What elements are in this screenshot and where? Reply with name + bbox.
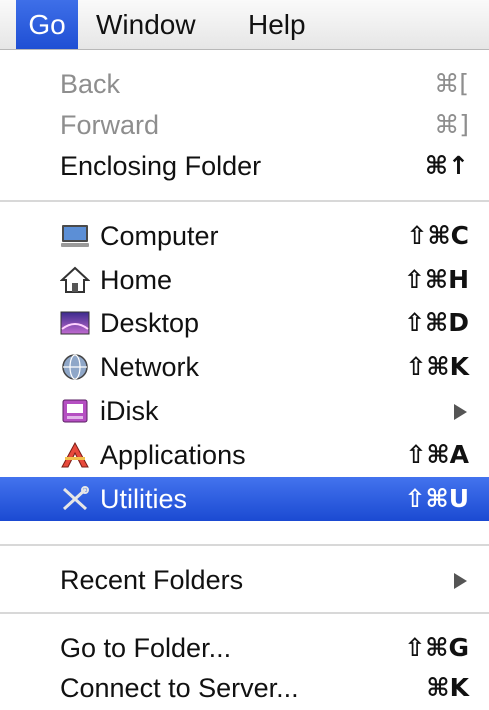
shortcut-label: ⇧⌘U (404, 484, 469, 513)
menu-item-label: Back (60, 69, 121, 99)
shortcut-label: ⇧⌘D (404, 308, 469, 337)
menu-item-forward[interactable]: Forward ⌘] (0, 103, 489, 147)
menu-item-label: Forward (60, 110, 160, 140)
menu-item-network[interactable]: Network ⇧⌘K (0, 345, 489, 389)
menu-separator (0, 200, 489, 202)
menu-item-computer[interactable]: Computer ⇧⌘C (0, 214, 489, 258)
computer-icon (61, 225, 89, 247)
menu-help[interactable]: Help (248, 0, 306, 49)
menu-item-label: Applications (100, 440, 246, 470)
shortcut-label: ⌘↑ (424, 151, 469, 180)
menu-item-connect-to-server[interactable]: Connect to Server... ⌘K (0, 666, 489, 710)
submenu-arrow-icon (454, 404, 467, 420)
idisk-icon (62, 399, 88, 423)
menu-window[interactable]: Window (96, 0, 196, 49)
go-menu-dropdown: Back ⌘[ Forward ⌘] Enclosing Folder ⌘↑ C… (0, 50, 489, 703)
menu-item-enclosing-folder[interactable]: Enclosing Folder ⌘↑ (0, 144, 489, 188)
menu-item-recent-folders[interactable]: Recent Folders (0, 558, 489, 602)
menu-item-go-to-folder[interactable]: Go to Folder... ⇧⌘G (0, 626, 489, 670)
menu-item-label: Home (100, 265, 173, 295)
submenu-arrow-icon (454, 573, 467, 589)
menu-separator (0, 612, 489, 614)
shortcut-label: ⇧⌘K (405, 352, 469, 381)
menu-bar: Go Window Help (0, 0, 489, 50)
home-icon (60, 266, 90, 293)
shortcut-label: ⌘[ (434, 69, 469, 98)
shortcut-label: ⇧⌘C (406, 221, 470, 250)
shortcut-label: ⇧⌘A (405, 440, 470, 469)
menu-item-back[interactable]: Back ⌘[ (0, 62, 489, 106)
shortcut-label: ⌘] (434, 110, 469, 139)
network-icon (62, 354, 88, 380)
menu-item-label: Enclosing Folder (60, 151, 262, 181)
menu-item-label: Connect to Server... (60, 673, 299, 703)
menu-item-label: iDisk (100, 396, 159, 426)
menu-item-label: Recent Folders (60, 565, 244, 595)
menu-item-applications[interactable]: Applications ⇧⌘A (0, 433, 489, 477)
applications-icon (61, 441, 89, 468)
menu-item-utilities[interactable]: Utilities ⇧⌘U (0, 477, 489, 521)
menu-item-label: Computer (100, 221, 219, 251)
menu-item-label: Go to Folder... (60, 633, 232, 663)
utilities-icon (62, 486, 89, 511)
menu-item-label: Utilities (100, 484, 188, 514)
menu-item-label: Network (100, 352, 200, 382)
menu-item-home[interactable]: Home ⇧⌘H (0, 258, 489, 302)
shortcut-label: ⇧⌘H (403, 265, 469, 294)
desktop-icon (60, 311, 90, 335)
menu-separator (0, 544, 489, 546)
shortcut-label: ⌘K (426, 673, 469, 702)
menu-item-idisk[interactable]: iDisk (0, 389, 489, 433)
menu-item-desktop[interactable]: Desktop ⇧⌘D (0, 301, 489, 345)
menu-item-label: Desktop (100, 308, 200, 338)
shortcut-label: ⇧⌘G (404, 633, 469, 662)
menu-go[interactable]: Go (16, 0, 78, 49)
